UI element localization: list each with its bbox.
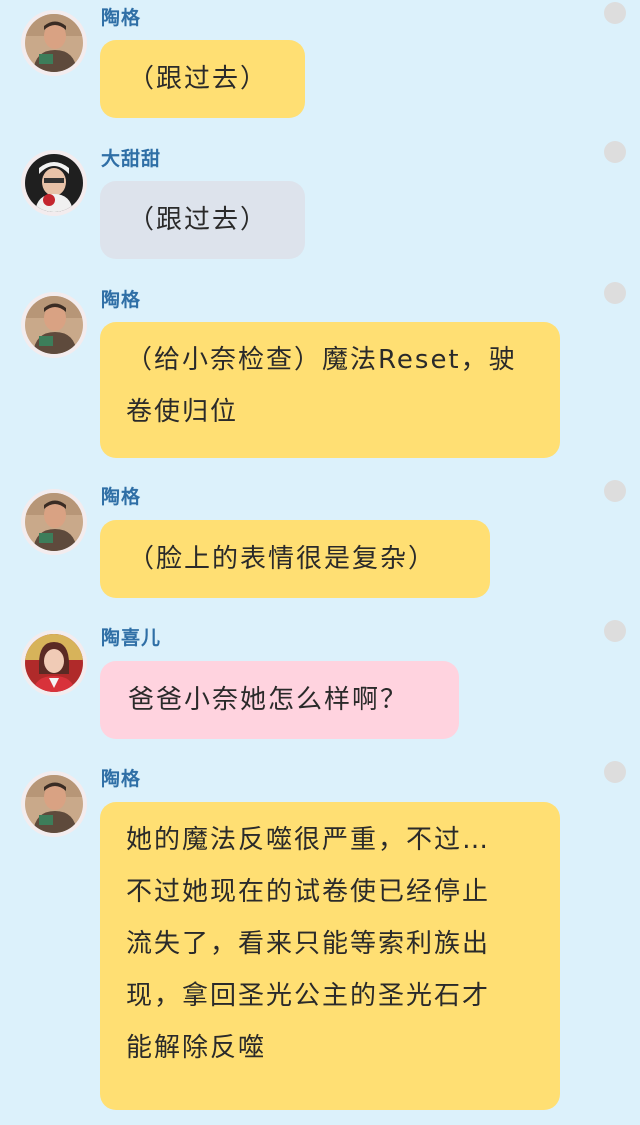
da-tian-tian-avatar-image <box>25 154 83 212</box>
tao-ge-avatar-image <box>25 296 83 354</box>
message-options-dot[interactable] <box>604 480 626 502</box>
message-options-dot[interactable] <box>604 282 626 304</box>
message-text-line: 能解除反噬 <box>126 1033 267 1063</box>
message-bubble: 爸爸小奈她怎么样啊？ <box>100 661 459 739</box>
message-bubble: （给小奈检查）魔法Reset，驶 卷使归位 <box>100 322 560 458</box>
avatar[interactable] <box>21 292 87 358</box>
message-options-dot[interactable] <box>604 2 626 24</box>
avatar[interactable] <box>21 630 87 696</box>
sender-name: 陶格 <box>101 289 142 311</box>
message-options-dot[interactable] <box>604 620 626 642</box>
sender-name: 陶格 <box>101 7 142 29</box>
message-bubble: 她的魔法反噬很严重，不过… 不过她现在的试卷使已经停止 流失了，看来只能等索利族… <box>100 802 560 1110</box>
message-text: （跟过去） <box>128 64 269 94</box>
message-text: 爸爸小奈她怎么样啊？ <box>128 685 409 715</box>
sender-name: 大甜甜 <box>101 148 162 170</box>
tao-ge-avatar-image <box>25 493 83 551</box>
sender-name: 陶喜儿 <box>101 627 162 649</box>
tao-ge-avatar-image <box>25 14 83 72</box>
sender-name: 陶格 <box>101 768 142 790</box>
avatar[interactable] <box>21 771 87 837</box>
message-bubble: （跟过去） <box>100 40 305 118</box>
avatar[interactable] <box>21 10 87 76</box>
tao-ge-avatar-image <box>25 775 83 833</box>
tao-xi-er-avatar-image <box>25 634 83 692</box>
message-bubble: （跟过去） <box>100 181 305 259</box>
message-text-line: 现，拿回圣光公主的圣光石才 <box>126 981 491 1011</box>
message-text-line: （给小奈检查）魔法Reset，驶 <box>126 345 517 375</box>
message-bubble: （脸上的表情很是复杂） <box>100 520 490 598</box>
message-text: （跟过去） <box>128 205 269 235</box>
message-text-line: 不过她现在的试卷使已经停止 <box>126 877 491 907</box>
message-options-dot[interactable] <box>604 141 626 163</box>
sender-name: 陶格 <box>101 486 142 508</box>
message-text-line: 她的魔法反噬很严重，不过… <box>126 825 491 855</box>
message-options-dot[interactable] <box>604 761 626 783</box>
message-text-line: 卷使归位 <box>126 397 239 427</box>
avatar[interactable] <box>21 150 87 216</box>
avatar[interactable] <box>21 489 87 555</box>
message-text-line: 流失了，看来只能等索利族出 <box>126 929 491 959</box>
message-text: （脸上的表情很是复杂） <box>128 544 437 574</box>
